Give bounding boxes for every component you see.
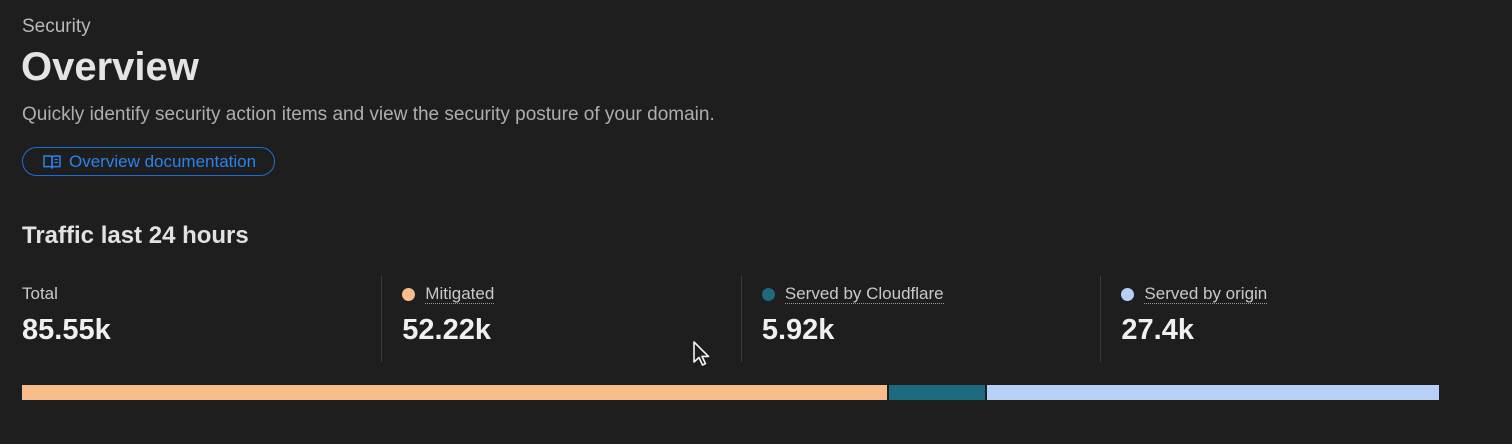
security-overview-page: Security Overview Quickly identify secur… (0, 0, 1512, 444)
overview-documentation-button[interactable]: Overview documentation (22, 147, 276, 176)
cloudflare-legend-dot (761, 287, 775, 301)
book-icon (43, 154, 61, 170)
origin-legend-dot (1121, 287, 1135, 301)
stat-mitigated-value: 52.22k (402, 314, 491, 346)
traffic-distribution-bar (22, 385, 1439, 400)
stat-mitigated-label[interactable]: Mitigated (425, 284, 495, 304)
stat-total-label: Total (22, 284, 58, 303)
stat-total: Total 85.55k (22, 276, 381, 362)
stat-total-value: 85.55k (22, 314, 111, 346)
bar-segment-mitigated (22, 385, 888, 400)
breadcrumb-security: Security (22, 16, 91, 37)
bar-segment-served-by-origin (985, 385, 1439, 400)
page-description: Quickly identify security action items a… (22, 104, 715, 125)
traffic-stats: Total 85.55k Mitigated 52.22k Served by … (22, 276, 1460, 362)
stat-served-by-cloudflare-label[interactable]: Served by Cloudflare (784, 284, 944, 304)
stat-served-by-cloudflare-value: 5.92k (761, 314, 835, 346)
mitigated-legend-dot (402, 287, 416, 301)
page-title: Overview (21, 45, 199, 89)
stat-served-by-cloudflare: Served by Cloudflare 5.92k (740, 276, 1101, 362)
stat-mitigated: Mitigated 52.22k (381, 276, 741, 362)
stat-served-by-origin-label[interactable]: Served by origin (1144, 284, 1268, 304)
traffic-section-title: Traffic last 24 hours (22, 222, 249, 249)
overview-documentation-label: Overview documentation (69, 151, 257, 171)
mouse-pointer-icon (692, 340, 712, 373)
stat-served-by-origin-value: 27.4k (1121, 314, 1194, 346)
stat-served-by-origin: Served by origin 27.4k (1100, 276, 1460, 362)
bar-segment-served-by-cloudflare (887, 385, 986, 400)
